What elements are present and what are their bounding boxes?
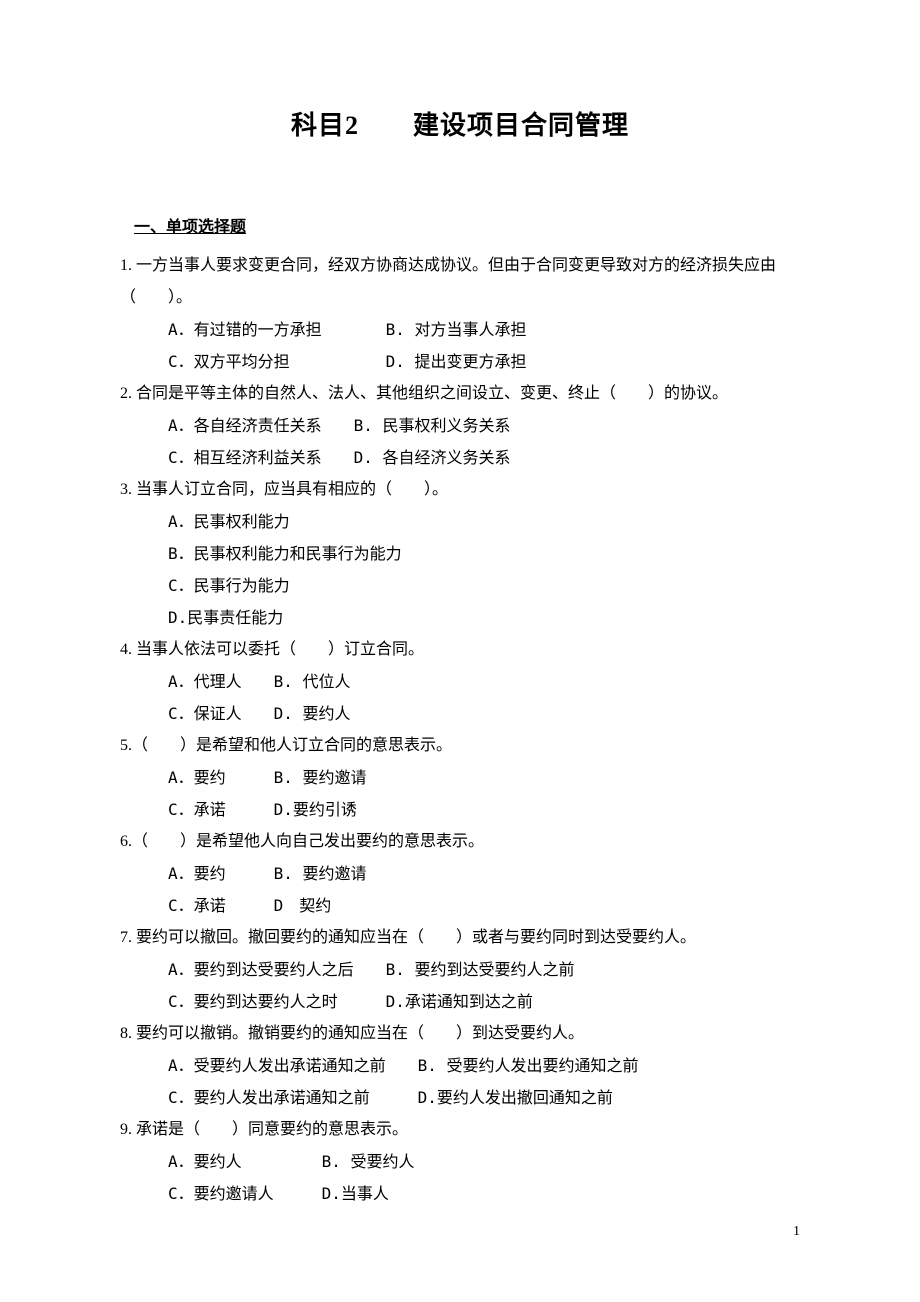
question-2: 2. 合同是平等主体的自然人、法人、其他组织之间设立、变更、终止（ ）的协议。 … [120, 378, 800, 474]
question-text: 3. 当事人订立合同，应当具有相应的（ ）。 [120, 474, 800, 506]
question-text: 1. 一方当事人要求变更合同，经双方协商达成协议。但由于合同变更导致对方的经济损… [120, 250, 800, 314]
option-line: A．代理人 B. 代位人 [168, 666, 800, 698]
option-line: A．要约人 B. 受要约人 [168, 1146, 800, 1178]
question-3: 3. 当事人订立合同，应当具有相应的（ ）。 A．民事权利能力 B．民事权利能力… [120, 474, 800, 634]
option-line: C．民事行为能力 [168, 570, 800, 602]
question-options: A．有过错的一方承担 B. 对方当事人承担 C．双方平均分担 D. 提出变更方承… [120, 314, 800, 378]
option-line: A．有过错的一方承担 B. 对方当事人承担 [168, 314, 800, 346]
question-options: A．代理人 B. 代位人 C．保证人 D. 要约人 [120, 666, 800, 730]
question-7: 7. 要约可以撤回。撤回要约的通知应当在（ ）或者与要约同时到达受要约人。 A．… [120, 922, 800, 1018]
option-line: C．承诺 D 契约 [168, 890, 800, 922]
question-text: 5.（ ）是希望和他人订立合同的意思表示。 [120, 730, 800, 762]
section-heading: 一、单项选择题 [120, 212, 800, 244]
option-line: C．要约邀请人 D.当事人 [168, 1178, 800, 1210]
option-line: C．双方平均分担 D. 提出变更方承担 [168, 346, 800, 378]
option-line: A．要约 B. 要约邀请 [168, 762, 800, 794]
option-line: D.民事责任能力 [168, 602, 800, 634]
option-line: A．各自经济责任关系 B. 民事权利义务关系 [168, 410, 800, 442]
option-line: B．民事权利能力和民事行为能力 [168, 538, 800, 570]
option-line: C．保证人 D. 要约人 [168, 698, 800, 730]
question-text: 8. 要约可以撤销。撤销要约的通知应当在（ ）到达受要约人。 [120, 1018, 800, 1050]
question-4: 4. 当事人依法可以委托（ ）订立合同。 A．代理人 B. 代位人 C．保证人 … [120, 634, 800, 730]
document-page: 科目2 建设项目合同管理 一、单项选择题 1. 一方当事人要求变更合同，经双方协… [0, 0, 920, 1270]
question-6: 6.（ ）是希望他人向自己发出要约的意思表示。 A．要约 B. 要约邀请 C．承… [120, 826, 800, 922]
question-text: 9. 承诺是（ ）同意要约的意思表示。 [120, 1114, 800, 1146]
option-line: A．民事权利能力 [168, 506, 800, 538]
question-text: 6.（ ）是希望他人向自己发出要约的意思表示。 [120, 826, 800, 858]
option-line: A．要约到达受要约人之后 B. 要约到达受要约人之前 [168, 954, 800, 986]
question-9: 9. 承诺是（ ）同意要约的意思表示。 A．要约人 B. 受要约人 C．要约邀请… [120, 1114, 800, 1210]
option-line: A．要约 B. 要约邀请 [168, 858, 800, 890]
question-text: 4. 当事人依法可以委托（ ）订立合同。 [120, 634, 800, 666]
question-options: A．要约人 B. 受要约人 C．要约邀请人 D.当事人 [120, 1146, 800, 1210]
question-options: A．要约 B. 要约邀请 C．承诺 D.要约引诱 [120, 762, 800, 826]
question-text: 2. 合同是平等主体的自然人、法人、其他组织之间设立、变更、终止（ ）的协议。 [120, 378, 800, 410]
option-line: C．要约人发出承诺通知之前 D.要约人发出撤回通知之前 [168, 1082, 800, 1114]
question-options: A．要约到达受要约人之后 B. 要约到达受要约人之前 C．要约到达要约人之时 D… [120, 954, 800, 1018]
question-options: A．受要约人发出承诺通知之前 B. 受要约人发出要约通知之前 C．要约人发出承诺… [120, 1050, 800, 1114]
option-line: C．要约到达要约人之时 D.承诺通知到达之前 [168, 986, 800, 1018]
page-title: 科目2 建设项目合同管理 [120, 100, 800, 152]
question-options: A．各自经济责任关系 B. 民事权利义务关系 C．相互经济利益关系 D. 各自经… [120, 410, 800, 474]
question-1: 1. 一方当事人要求变更合同，经双方协商达成协议。但由于合同变更导致对方的经济损… [120, 250, 800, 378]
option-line: A．受要约人发出承诺通知之前 B. 受要约人发出要约通知之前 [168, 1050, 800, 1082]
option-line: C．承诺 D.要约引诱 [168, 794, 800, 826]
option-line: C．相互经济利益关系 D. 各自经济义务关系 [168, 442, 800, 474]
question-text: 7. 要约可以撤回。撤回要约的通知应当在（ ）或者与要约同时到达受要约人。 [120, 922, 800, 954]
page-number: 1 [793, 1224, 800, 1240]
question-options: A．民事权利能力 B．民事权利能力和民事行为能力 C．民事行为能力 D.民事责任… [120, 506, 800, 634]
question-8: 8. 要约可以撤销。撤销要约的通知应当在（ ）到达受要约人。 A．受要约人发出承… [120, 1018, 800, 1114]
question-5: 5.（ ）是希望和他人订立合同的意思表示。 A．要约 B. 要约邀请 C．承诺 … [120, 730, 800, 826]
question-options: A．要约 B. 要约邀请 C．承诺 D 契约 [120, 858, 800, 922]
